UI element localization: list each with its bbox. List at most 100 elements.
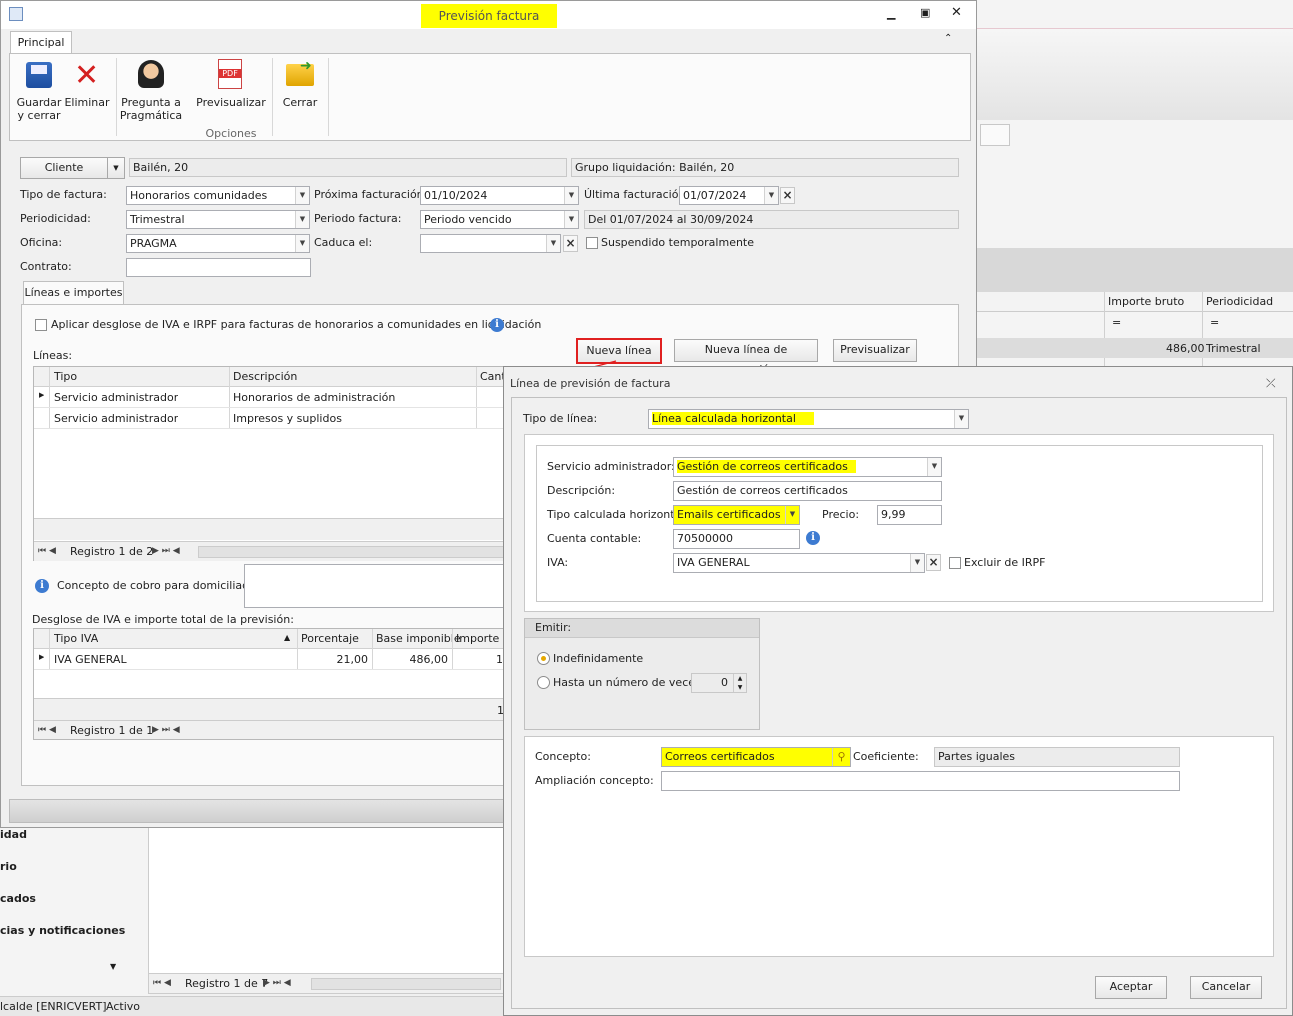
- nav-arrows-icon[interactable]: ⏮ ◀: [153, 978, 171, 988]
- nueva-linea-separacion-button[interactable]: Nueva línea de separación: [674, 339, 818, 376]
- ultima-facturacion-value: 01/07/2024: [683, 189, 747, 202]
- chevron-down-icon[interactable]: ▼: [295, 211, 309, 228]
- grupo-liquidacion-field: Grupo liquidación: Bailén, 20: [571, 158, 959, 177]
- proxima-facturacion-field[interactable]: 01/10/2024 ▼: [420, 186, 579, 205]
- servicio-select[interactable]: Gestión de correos certificados ▼: [673, 457, 942, 477]
- pdf-icon: PDF: [218, 59, 242, 89]
- iva-select[interactable]: IVA GENERAL ▼: [673, 553, 925, 573]
- background-left-panel: idad rio cados cias y notificaciones ▼: [0, 826, 150, 996]
- chevron-down-icon[interactable]: ▼: [110, 962, 116, 971]
- periodicidad-label: Periodicidad:: [20, 212, 91, 225]
- info-icon[interactable]: i: [35, 579, 49, 593]
- chevron-down-icon[interactable]: ▼: [954, 410, 968, 428]
- chevron-down-icon[interactable]: ▼: [910, 554, 924, 572]
- search-icon[interactable]: ⚲: [832, 748, 850, 766]
- contrato-field[interactable]: [126, 258, 311, 277]
- cancelar-button[interactable]: Cancelar: [1190, 976, 1262, 999]
- cliente-button[interactable]: Cliente: [20, 157, 108, 179]
- caduca-field[interactable]: ▼: [420, 234, 561, 253]
- bg-filter-periodicidad[interactable]: =: [1210, 316, 1219, 329]
- bg-grid-nav: ⏮ ◀ Registro 1 de 7 ▶ ⏭ ◀: [149, 973, 503, 993]
- chevron-down-icon[interactable]: ▼: [564, 187, 578, 204]
- minimize-icon[interactable]: ▁: [887, 7, 895, 20]
- iva-header-porcentaje[interactable]: Porcentaje: [301, 632, 359, 645]
- chevron-down-icon[interactable]: ▼: [564, 211, 578, 228]
- ribbon-collapse-icon[interactable]: ⌃: [944, 33, 952, 44]
- iva-label: IVA:: [547, 556, 569, 569]
- tipo-factura-select[interactable]: Honorarios comunidades ▼: [126, 186, 310, 205]
- indefinidamente-radio[interactable]: [537, 652, 550, 665]
- previsualizar-lineas-button[interactable]: Previsualizar: [833, 339, 917, 362]
- clear-iva-icon[interactable]: ×: [926, 554, 941, 571]
- delete-button[interactable]: Eliminar: [64, 96, 110, 109]
- bg-side-item[interactable]: rio: [0, 860, 17, 873]
- ampliacion-concepto-field[interactable]: [661, 771, 1180, 791]
- nav-arrows-icon[interactable]: ▶ ⏭ ◀: [263, 978, 291, 988]
- tab-principal[interactable]: Principal: [10, 31, 72, 54]
- horizontal-scrollbar[interactable]: [198, 546, 504, 558]
- nav-next-last-icon[interactable]: ▶ ⏭ ◀: [152, 546, 180, 556]
- aceptar-button[interactable]: Aceptar: [1095, 976, 1167, 999]
- proxima-facturacion-value: 01/10/2024: [424, 189, 488, 202]
- bg-side-item[interactable]: idad: [0, 828, 27, 841]
- veces-spinner[interactable]: 0 ▲ ▼: [691, 673, 747, 693]
- lines-header-tipo[interactable]: Tipo: [54, 370, 77, 383]
- close-icon[interactable]: ✕: [951, 5, 962, 20]
- suspendido-checkbox[interactable]: [586, 237, 598, 249]
- close-button[interactable]: Cerrar: [278, 96, 322, 109]
- descripcion-field[interactable]: Gestión de correos certificados: [673, 481, 942, 501]
- clear-caduca-icon[interactable]: ×: [563, 235, 578, 252]
- chevron-down-icon[interactable]: ▼: [546, 235, 560, 252]
- dialog-close-icon[interactable]: ⤫: [1266, 376, 1276, 391]
- bg-side-item[interactable]: cados: [0, 892, 36, 905]
- preview-button[interactable]: Previsualizar: [196, 96, 266, 109]
- linea-prevision-dialog: Línea de previsión de factura ⤫ Tipo de …: [503, 366, 1293, 1016]
- concepto-cobro-field[interactable]: [244, 564, 507, 608]
- ask-pragmatica-button[interactable]: Pregunta a Pragmática: [118, 96, 184, 122]
- lines-header-cantidad[interactable]: Cant: [480, 370, 506, 383]
- ultima-facturacion-field[interactable]: 01/07/2024 ▼: [679, 186, 779, 205]
- tipo-linea-select[interactable]: Línea calculada horizontal ▼: [648, 409, 969, 429]
- maximize-icon[interactable]: ▣: [920, 6, 930, 19]
- bg-column-divider: [1104, 292, 1105, 372]
- iva-header-base[interactable]: Base imponible: [376, 632, 461, 645]
- concepto-field[interactable]: Correos certificados ⚲: [661, 747, 851, 767]
- info-icon[interactable]: i: [806, 531, 820, 545]
- tipo-calculada-select[interactable]: Emails certificados ▼: [673, 505, 800, 525]
- nav-first-prev-icon[interactable]: ⏮ ◀: [38, 725, 56, 735]
- tipo-calculada-label: Tipo calculada horizontal:: [547, 508, 689, 521]
- cell-base: 486,00: [409, 653, 449, 666]
- clear-ultima-icon[interactable]: ×: [780, 187, 795, 204]
- table-row[interactable]: Servicio administrador Impresos y suplid…: [34, 408, 506, 429]
- cliente-dropdown[interactable]: ▼: [107, 157, 125, 179]
- chevron-down-icon[interactable]: ▼: [927, 458, 941, 476]
- bg-filter-importe[interactable]: =: [1112, 316, 1121, 329]
- chevron-down-icon[interactable]: ▼: [764, 187, 778, 204]
- hasta-veces-radio[interactable]: [537, 676, 550, 689]
- servicio-value: Gestión de correos certificados: [677, 460, 856, 473]
- cuenta-contable-field[interactable]: 70500000: [673, 529, 800, 549]
- periodicidad-select[interactable]: Trimestral ▼: [126, 210, 310, 229]
- table-row[interactable]: ▶ Servicio administrador Honorarios de a…: [34, 387, 506, 408]
- tab-lineas-importes[interactable]: Líneas e importes: [23, 281, 124, 305]
- oficina-select[interactable]: PRAGMA ▼: [126, 234, 310, 253]
- save-and-close-button[interactable]: Guardar y cerrar: [14, 96, 64, 122]
- table-row[interactable]: ▶ IVA GENERAL 21,00 486,00 10: [34, 649, 510, 670]
- lines-header-descripcion[interactable]: Descripción: [233, 370, 297, 383]
- background-ribbon: [976, 28, 1293, 120]
- nav-next-last-icon[interactable]: ▶ ⏭ ◀: [152, 725, 180, 735]
- info-icon[interactable]: i: [490, 318, 504, 332]
- iva-header-tipo[interactable]: Tipo IVA: [54, 632, 98, 645]
- chevron-down-icon[interactable]: ▼: [295, 187, 309, 204]
- tipo-linea-label: Tipo de línea:: [523, 412, 598, 425]
- nav-first-prev-icon[interactable]: ⏮ ◀: [38, 546, 56, 556]
- excluir-irpf-checkbox[interactable]: [949, 557, 961, 569]
- chevron-down-icon[interactable]: ▼: [295, 235, 309, 252]
- spinner-arrows-icon[interactable]: ▲ ▼: [733, 674, 746, 692]
- periodo-factura-select[interactable]: Periodo vencido ▼: [420, 210, 579, 229]
- horizontal-scrollbar[interactable]: [311, 978, 501, 990]
- chevron-down-icon[interactable]: ▼: [785, 506, 799, 524]
- precio-field[interactable]: 9,99: [877, 505, 942, 525]
- bg-side-item[interactable]: cias y notificaciones: [0, 924, 125, 937]
- aplicar-desglose-checkbox[interactable]: [35, 319, 47, 331]
